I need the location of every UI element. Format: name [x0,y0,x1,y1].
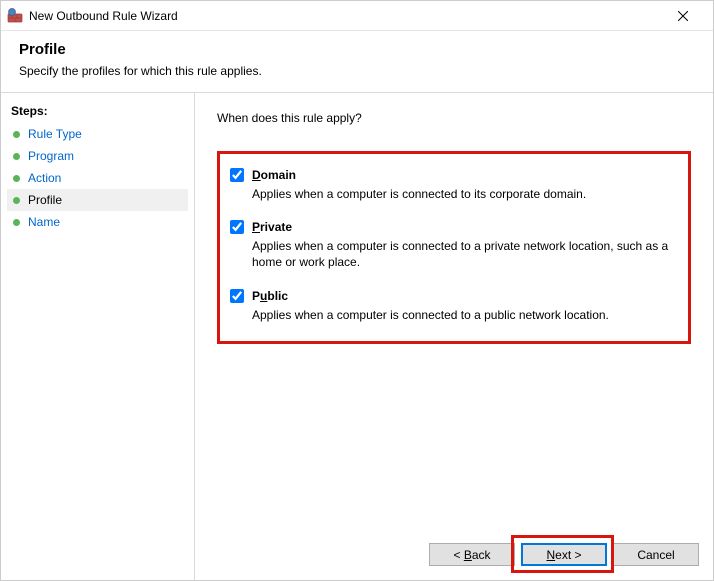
step-bullet-icon [13,197,20,204]
steps-sidebar: Steps: Rule Type Program Action Profile … [1,93,195,580]
domain-label: Domain [252,168,296,182]
cancel-button[interactable]: Cancel [613,543,699,566]
step-bullet-icon [13,175,20,182]
step-label: Rule Type [28,127,82,141]
domain-desc: Applies when a computer is connected to … [252,186,676,202]
profile-domain: Domain Applies when a computer is connec… [230,168,676,202]
step-profile[interactable]: Profile [7,189,188,211]
step-label: Program [28,149,74,163]
domain-checkbox[interactable] [230,168,244,182]
step-label: Action [28,171,61,185]
next-button[interactable]: Next > [521,543,607,566]
wizard-body: Steps: Rule Type Program Action Profile … [1,93,713,580]
page-title: Profile [19,41,695,58]
close-button[interactable] [661,2,705,30]
profile-question: When does this rule apply? [217,111,691,125]
wizard-header: Profile Specify the profiles for which t… [1,31,713,93]
step-rule-type[interactable]: Rule Type [7,123,188,145]
public-label: Public [252,289,288,303]
private-desc: Applies when a computer is connected to … [252,238,676,270]
step-program[interactable]: Program [7,145,188,167]
private-label: Private [252,220,292,234]
profiles-group: Domain Applies when a computer is connec… [217,151,691,344]
back-button[interactable]: < Back [429,543,515,566]
page-subtitle: Specify the profiles for which this rule… [19,64,695,78]
step-bullet-icon [13,219,20,226]
profile-private: Private Applies when a computer is conne… [230,220,676,270]
steps-label: Steps: [7,101,188,123]
firewall-icon [7,8,23,24]
step-label: Profile [28,193,62,207]
private-checkbox[interactable] [230,220,244,234]
window-title: New Outbound Rule Wizard [29,9,661,23]
step-label: Name [28,215,60,229]
public-desc: Applies when a computer is connected to … [252,307,676,323]
step-name[interactable]: Name [7,211,188,233]
step-action[interactable]: Action [7,167,188,189]
step-bullet-icon [13,153,20,160]
titlebar: New Outbound Rule Wizard [1,1,713,31]
profile-public: Public Applies when a computer is connec… [230,289,676,323]
public-checkbox[interactable] [230,289,244,303]
wizard-buttons: < Back Next > Cancel [429,543,699,566]
wizard-main: When does this rule apply? Domain Applie… [195,93,713,580]
step-bullet-icon [13,131,20,138]
